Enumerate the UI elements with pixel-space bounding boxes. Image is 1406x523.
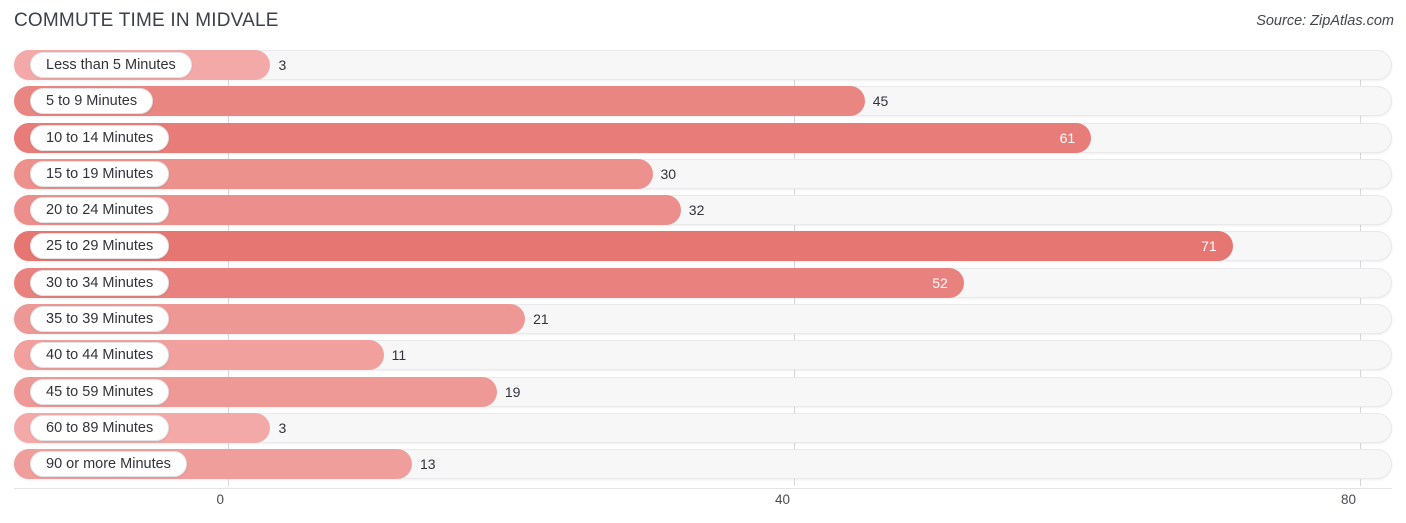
category-label: Less than 5 Minutes xyxy=(30,52,192,78)
bar-row: 52 30 to 34 Minutes xyxy=(0,267,1406,298)
page-title: COMMUTE TIME IN MIDVALE xyxy=(14,10,279,31)
bar-value-label: 3 xyxy=(278,419,287,436)
category-label: 15 to 19 Minutes xyxy=(30,160,170,187)
bar-row: 45 5 to 9 Minutes xyxy=(0,86,1406,117)
category-label: 60 to 89 Minutes xyxy=(30,414,170,441)
tick-label-40: 40 xyxy=(774,492,790,507)
bar-row: 19 45 to 59 Minutes xyxy=(0,376,1406,407)
bar-value-label: 61 xyxy=(1059,129,1076,146)
category-label: 45 to 59 Minutes xyxy=(30,378,170,405)
bar-value-label: 52 xyxy=(932,274,948,291)
plot-area: 3 Less than 5 Minutes 45 5 to 9 Minutes 61 10… xyxy=(0,50,1406,488)
x-axis: 0 40 80 xyxy=(0,488,1406,523)
bar-row: 3 Less than 5 Minutes xyxy=(0,50,1406,80)
bar-value-label: 32 xyxy=(688,202,705,219)
bar[interactable] xyxy=(14,122,1092,153)
bar-row: 61 10 to 14 Minutes xyxy=(0,122,1406,153)
tick-label-80: 80 xyxy=(1340,492,1356,507)
bar-value-label: 13 xyxy=(419,456,436,473)
source-attribution: Source: ZipAtlas.com xyxy=(1256,13,1394,29)
category-label: 10 to 14 Minutes xyxy=(30,124,170,151)
bar[interactable] xyxy=(14,231,1233,262)
bar-row: 32 20 to 24 Minutes xyxy=(0,195,1406,226)
bar-value-label: 11 xyxy=(391,347,407,364)
category-label: 5 to 9 Minutes xyxy=(30,88,154,115)
bar-value-label: 30 xyxy=(660,165,677,182)
bar-rows: 3 Less than 5 Minutes 45 5 to 9 Minutes 61 10… xyxy=(0,50,1406,486)
bar-row: 71 25 to 29 Minutes xyxy=(0,231,1406,262)
category-label: 90 or more Minutes xyxy=(30,451,187,478)
bar-value-label: 71 xyxy=(1201,238,1217,255)
chart-root: COMMUTE TIME IN MIDVALE Source: ZipAtlas… xyxy=(0,0,1406,523)
category-label: 25 to 29 Minutes xyxy=(30,233,170,260)
bar-row: 11 40 to 44 Minutes xyxy=(0,340,1406,371)
bar-row: 3 60 to 89 Minutes xyxy=(0,412,1406,443)
category-label: 40 to 44 Minutes xyxy=(30,342,170,369)
axis-line xyxy=(14,488,1392,489)
bar-value-label: 19 xyxy=(504,383,521,400)
tick-label-0: 0 xyxy=(216,492,224,507)
bar-row: 21 35 to 39 Minutes xyxy=(0,304,1406,335)
bar-row: 30 15 to 19 Minutes xyxy=(0,158,1406,189)
category-label: 35 to 39 Minutes xyxy=(30,306,170,333)
bar-value-label: 45 xyxy=(872,93,889,110)
category-label: 30 to 34 Minutes xyxy=(30,269,170,296)
bar-value-label: 3 xyxy=(278,57,287,73)
bar-row: 13 90 or more Minutes xyxy=(0,449,1406,480)
category-label: 20 to 24 Minutes xyxy=(30,197,170,224)
bar-value-label: 21 xyxy=(533,311,549,328)
